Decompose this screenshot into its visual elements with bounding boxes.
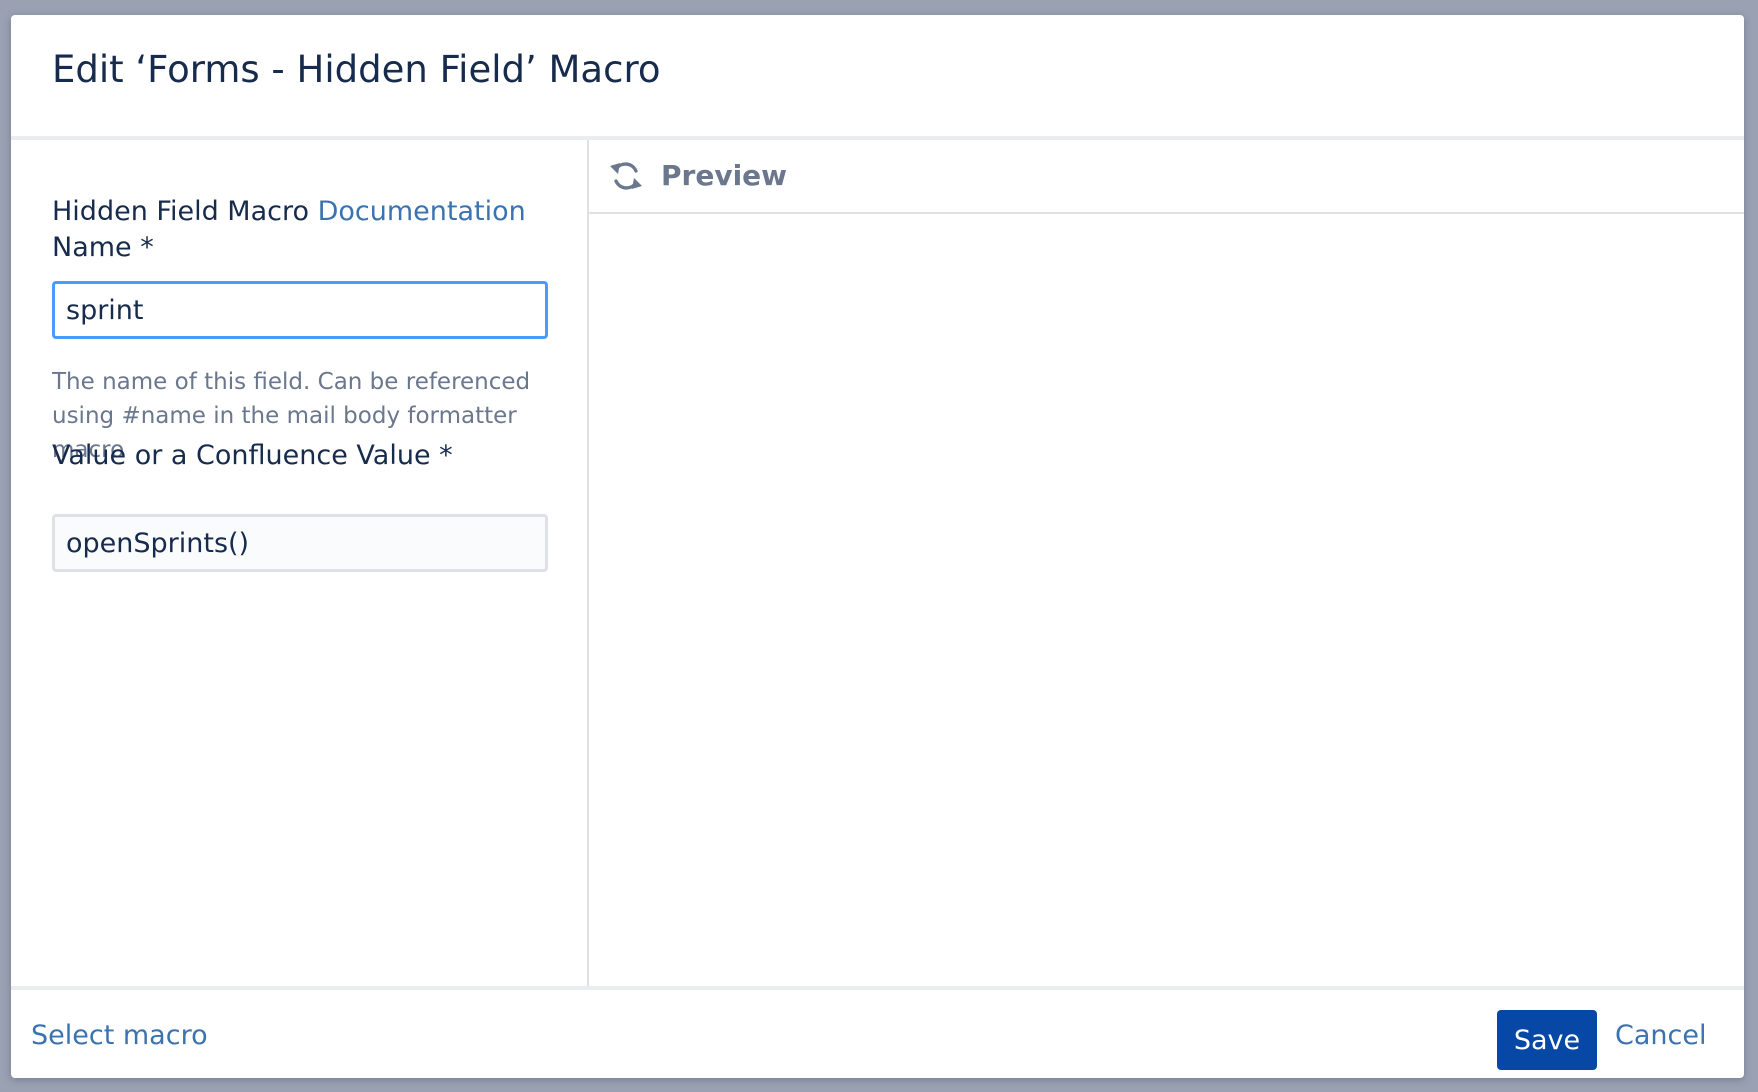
macro-doc-prefix: Hidden Field Macro (52, 196, 318, 227)
select-macro-link[interactable]: Select macro (31, 1020, 208, 1051)
save-button[interactable]: Save (1497, 1010, 1597, 1070)
cancel-button[interactable]: Cancel (1615, 1020, 1706, 1051)
dialog-title: Edit ‘Forms - Hidden Field’ Macro (52, 48, 661, 91)
macro-doc-line: Hidden Field Macro Documentation (52, 196, 526, 227)
documentation-link[interactable]: Documentation (318, 196, 526, 227)
dialog-body: Hidden Field Macro Documentation Name * … (11, 140, 1744, 986)
refresh-icon[interactable] (609, 159, 643, 193)
name-input[interactable] (52, 281, 548, 339)
dialog-header: Edit ‘Forms - Hidden Field’ Macro (11, 15, 1744, 140)
preview-panel: Preview (589, 140, 1744, 986)
value-field-label: Value or a Confluence Value * (52, 440, 453, 471)
value-input[interactable] (52, 514, 548, 572)
preview-title: Preview (661, 159, 788, 192)
macro-edit-dialog: Edit ‘Forms - Hidden Field’ Macro Hidden… (11, 15, 1744, 1078)
preview-area (589, 214, 1744, 986)
macro-parameters-panel: Hidden Field Macro Documentation Name * … (11, 140, 589, 986)
name-field-label: Name * (52, 232, 154, 263)
preview-header: Preview (589, 140, 1744, 214)
dialog-footer: Select macro Save Cancel (11, 986, 1744, 1078)
